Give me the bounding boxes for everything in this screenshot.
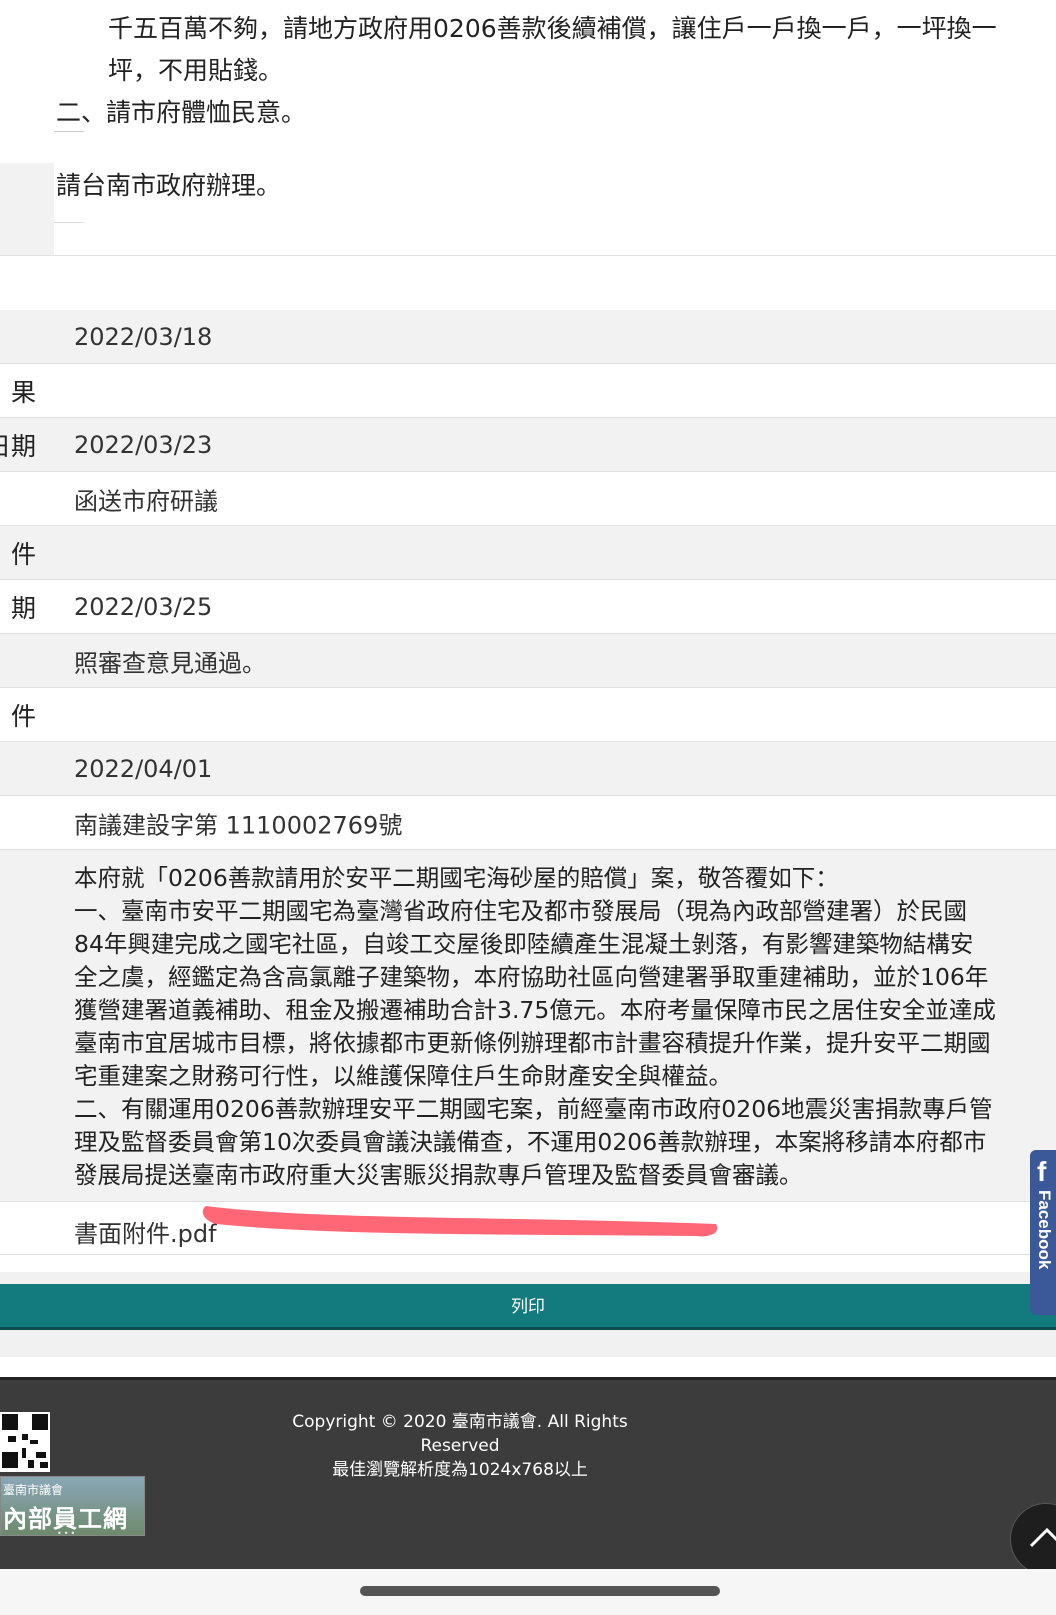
reply-line: 84年興建完成之國宅社區，自竣工交屋後即陸續產生混凝土剝落，有影響建築物結構安 <box>74 930 974 958</box>
back-to-top-button[interactable] <box>1010 1503 1056 1575</box>
chevron-up-icon <box>1029 1527 1056 1548</box>
reply-content: 本府就「0206善款請用於安平二期國宅海砂屋的賠償」案，敬答覆如下： 一、臺南市… <box>0 850 1056 1202</box>
print-button[interactable]: 列印 <box>0 1284 1056 1330</box>
facebook-share-tab[interactable]: f Facebook <box>1030 1150 1056 1315</box>
table-row: 函送市府研議 <box>0 472 1056 526</box>
row-value: 2022/03/25 <box>74 592 213 621</box>
row-label <box>0 472 54 525</box>
row-label <box>0 310 54 363</box>
reply-line: 本府就「0206善款請用於安平二期國宅海砂屋的賠償」案，敬答覆如下： <box>74 864 839 892</box>
home-indicator[interactable] <box>360 1586 720 1596</box>
reply-line: 理及監督委員會第10次委員會議決議備查，不運用0206善款辦理，本案將移請本府都… <box>74 1128 987 1156</box>
proposal-line-2: 坪，不用貼錢。 <box>108 56 284 85</box>
row-value: 照審查意見通過。 <box>74 649 266 677</box>
reply-line: 宅重建案之財務可行性，以維護保障住戶生命財產安全與權益。 <box>74 1062 732 1090</box>
table-row: 件 <box>0 526 1056 580</box>
table-row: 果 <box>0 364 1056 418</box>
row-label: 件 <box>10 701 36 731</box>
footer: 臺南市議會 內部員工網 ••• Copyright © 2020 臺南市議會. … <box>0 1377 1056 1575</box>
divider <box>54 222 84 223</box>
row-label: 件 <box>10 539 36 569</box>
row-value: 2022/03/18 <box>74 322 213 351</box>
row-label: 果 <box>10 377 36 407</box>
system-bottom-bar <box>0 1569 1056 1615</box>
print-area: 列印 <box>0 1272 1056 1357</box>
reply-line: 全之虞，經鑑定為含高氯離子建築物，本府協助社區向營建署爭取重建補助，並於106年 <box>74 963 989 991</box>
row-label: 期 <box>10 593 36 623</box>
case-detail-table: 2022/03/18 果 日期 2022/03/23 函送市府研議 件 期 20… <box>0 310 1056 1255</box>
table-row: 日期 2022/03/23 <box>0 418 1056 472</box>
table-row: 期 2022/03/25 <box>0 580 1056 634</box>
table-row: 照審查意見通過。 <box>0 634 1056 688</box>
row-label <box>0 634 54 687</box>
row-value: 2022/04/01 <box>74 754 213 783</box>
facebook-label: Facebook <box>1035 1190 1054 1270</box>
table-row: 件 <box>0 688 1056 742</box>
copyright: Copyright © 2020 臺南市議會. All Rights Reser… <box>280 1410 640 1482</box>
row-label <box>0 796 54 849</box>
row-value: 2022/03/23 <box>74 430 213 459</box>
table-row: 2022/03/18 <box>0 310 1056 364</box>
proposal-item-2: 二、請市府體恤民意。 <box>56 98 307 127</box>
copyright-line: Copyright © 2020 臺南市議會. All Rights <box>292 1412 628 1432</box>
banner-subtitle: 臺南市議會 <box>3 1483 64 1497</box>
reply-line: 臺南市宜居城市目標，將依據都市更新條例辦理都市計畫容積提升作業，提升安平二期國 <box>74 1029 991 1057</box>
reply-line: 獲營建署道義補助、租金及搬遷補助合計3.75億元。本府考量保障市民之居住安全並達… <box>74 996 996 1024</box>
qr-code-icon <box>0 1412 50 1472</box>
carousel-dots: ••• <box>57 1529 78 1538</box>
handling-note: 請台南市政府辦理。 <box>56 171 282 200</box>
divider <box>0 255 1056 256</box>
row-label <box>0 742 54 795</box>
reply-line: 發展局提送臺南市政府重大災害賑災捐款專戶管理及監督委員會審議。 <box>74 1161 803 1189</box>
row-value: 南議建設字第 1110002769號 <box>74 811 403 839</box>
resolution-note: 最佳瀏覽解析度為1024x768以上 <box>332 1460 588 1480</box>
reply-line: 二、有關運用0206善款辦理安平二期國宅案，前經臺南市政府0206地震災害捐款專… <box>74 1095 993 1123</box>
row-label: 日期 <box>0 431 36 461</box>
table-row: 南議建設字第 1110002769號 <box>0 796 1056 850</box>
red-annotation-stroke <box>202 1206 718 1237</box>
table-row: 2022/04/01 <box>0 742 1056 796</box>
proposal-line-1: 千五百萬不夠，請地方政府用0206善款後續補償，讓住戶一戶換一戶，一坪換一 <box>108 14 997 43</box>
copyright-line: Reserved <box>420 1436 500 1456</box>
facebook-icon: f <box>1037 1156 1047 1187</box>
proposal-content: 千五百萬不夠，請地方政府用0206善款後續補償，讓住戶一戶換一戶，一坪換一 坪，… <box>0 0 1056 256</box>
reply-line: 一、臺南市安平二期國宅為臺灣省政府住宅及都市發展局（現為內政部營建署）於民國 <box>74 897 967 925</box>
staff-portal-banner[interactable]: 臺南市議會 內部員工網 ••• <box>0 1476 145 1538</box>
row-value: 函送市府研議 <box>74 487 218 515</box>
divider <box>54 131 84 132</box>
label-cell <box>0 163 54 255</box>
